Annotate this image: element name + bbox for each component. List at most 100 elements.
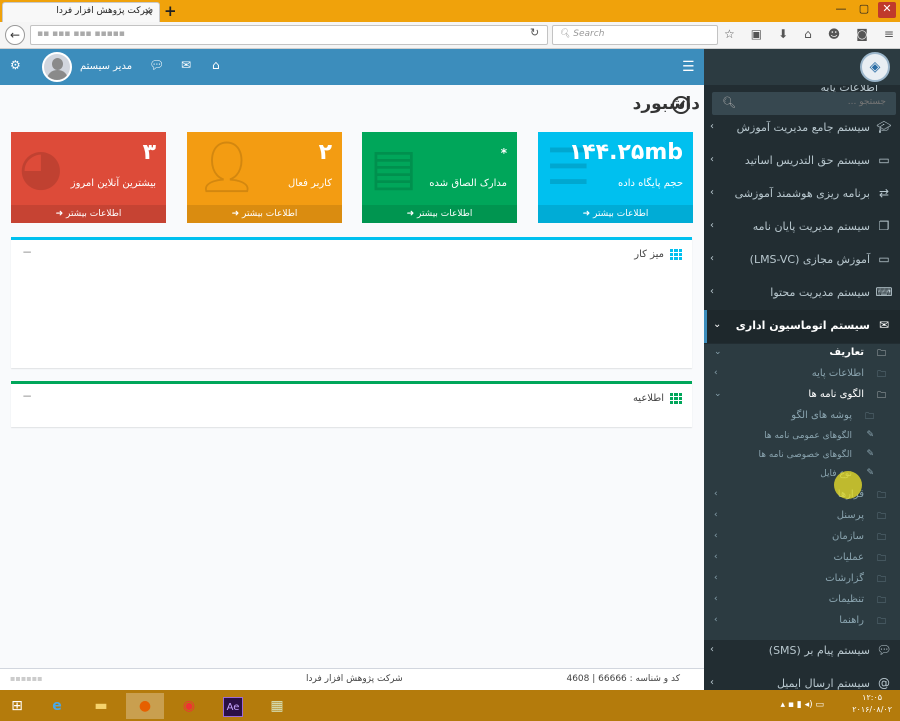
sidebar-item-office-automation[interactable]: ✉ سیستم اتوماسیون اداری ⌄ (704, 310, 900, 343)
submenu-public-templates[interactable]: ✎ الگوهای عمومی نامه ها (704, 428, 900, 448)
user-plus-icon: 👤︎ (195, 138, 259, 196)
chevron-left-icon: ‹ (714, 489, 718, 499)
submenu-guides[interactable]: 🗀︎ راهنما ‹ (704, 612, 900, 632)
browser-tab-bar: شرکت پژوهش افزار فردا ✕ + — ▢ ✕ (0, 0, 900, 22)
chevron-left-icon: ‹ (714, 573, 718, 583)
panel-title: اطلاعیه (632, 393, 664, 404)
bookmark-star-icon[interactable]: ☆ (724, 27, 735, 41)
reading-list-icon[interactable]: ▣ (751, 27, 762, 41)
sidebar-item-email[interactable]: @ سیستم ارسال ایمیل ‹ (704, 668, 900, 690)
windows-start-icon[interactable]: ⊞ (2, 693, 32, 719)
more-info-link[interactable]: اطلاعات بیشتر ➜ (362, 205, 517, 223)
envelope-icon[interactable]: ✉ (181, 58, 191, 72)
menu-toggle-icon[interactable]: ☰ (682, 59, 695, 75)
new-tab-button[interactable]: + (164, 2, 177, 20)
submenu-operations[interactable]: 🗀︎ عملیات ‹ (704, 549, 900, 569)
sidebar-item-sms[interactable]: 💬︎ سیستم پیام بر (SMS) ‹ (704, 635, 900, 668)
submenu-contracts[interactable]: 🗀︎ قرارها ‹ (704, 486, 900, 506)
file-explorer-icon[interactable]: ▬ (82, 693, 120, 719)
stat-box-online: ◕ ۳ بیشترین آنلاین امروز اطلاعات بیشتر ➜ (11, 132, 166, 223)
after-effects-icon[interactable]: Ae (214, 693, 252, 719)
taskbar-clock[interactable]: ۱۲:۰۵ ۲۰۱۶/۰۸/۰۲ (852, 692, 892, 716)
browser-tab-title: شرکت پژوهش افزار فردا (56, 6, 153, 16)
envelope-icon: ✉ (878, 318, 890, 332)
user-name[interactable]: مدیر سیستم (80, 61, 132, 72)
folder-icon: 🗀︎ (876, 554, 886, 564)
edit-icon: ✎ (866, 468, 874, 478)
collapse-button[interactable]: − (22, 389, 32, 403)
chrome-icon[interactable]: ◉ (170, 693, 208, 719)
edit-icon: ✎ (866, 449, 874, 459)
office-automation-submenu: 🗀︎ تعاریف ⌄ 🗀︎ اطلاعات پایه ‹ 🗀︎ الگوی ن… (704, 344, 900, 640)
sidebar-item-cms[interactable]: ⌨ سیستم مدیریت محتوا ‹ (704, 277, 900, 310)
submenu-letter-templates[interactable]: 🗀︎ الگوی نامه ها ⌄ (704, 386, 900, 406)
avatar[interactable] (42, 52, 72, 82)
submenu-personnel[interactable]: 🗀︎ پرسنل ‹ (704, 507, 900, 527)
browser-search-input[interactable]: 🔍︎ Search (552, 25, 718, 45)
system-tray[interactable]: ▴ ▪ ▮ ◂) ▭ (780, 700, 824, 710)
folder-icon: 🗀︎ (876, 617, 886, 627)
submenu-template-folders[interactable]: 🗀︎ پوشه های الگو (704, 407, 900, 427)
collapse-button[interactable]: − (22, 245, 32, 259)
submenu-file-type[interactable]: ✎ نوع فایل (704, 466, 900, 486)
folder-icon: 🗀︎ (864, 412, 874, 422)
chevron-left-icon: ‹ (714, 510, 718, 520)
browser-menu-icon[interactable]: ≡ (884, 27, 894, 41)
more-info-link[interactable]: اطلاعات بیشتر ➜ (11, 205, 166, 223)
sidebar-item-thesis[interactable]: ❐ سیستم مدیریت پایان نامه ‹ (704, 211, 900, 244)
sidebar-item-smart-planning[interactable]: ⇄ برنامه ریزی هوشمند آموزشی ‹ (704, 178, 900, 211)
maximize-button[interactable]: ▢ (855, 2, 873, 18)
panel-title: میز کار (634, 249, 664, 260)
submenu-private-templates[interactable]: ✎ الگوهای خصوصی نامه ها (704, 447, 900, 467)
submenu-base-info[interactable]: 🗀︎ اطلاعات پایه ‹ (704, 365, 900, 385)
more-info-link[interactable]: اطلاعات بیشتر ➜ (538, 205, 693, 223)
footer-company: شرکت پژوهش افزار فردا (306, 674, 403, 684)
tab-close-icon[interactable]: ✕ (144, 6, 153, 19)
chevron-left-icon: ‹ (714, 552, 718, 562)
sidebar-item-education[interactable]: 🎓︎ سیستم جامع مدیریت آموزش ‹ (704, 112, 900, 145)
browser-home-icon[interactable]: ⌂ (804, 27, 812, 41)
comments-icon[interactable]: 💬︎ (149, 58, 164, 72)
sidebar-item-teaching-fee[interactable]: ▭ سیستم حق التدریس اساتید ‹ (704, 145, 900, 178)
folder-open-icon: 🗀︎ (876, 391, 886, 401)
profile-icon[interactable]: ☻ (828, 27, 841, 41)
browser-tab[interactable]: شرکت پژوهش افزار فردا ✕ (2, 2, 160, 22)
app-package-icon[interactable]: ▦ (258, 693, 296, 719)
firefox-icon[interactable]: ● (126, 693, 164, 719)
chevron-left-icon: ‹ (710, 677, 714, 688)
internet-explorer-icon[interactable]: e (38, 693, 76, 719)
search-icon[interactable]: 🔍︎ (722, 96, 736, 109)
app-window: شرکت پژوهش افزار فردا ✕ + — ▢ ✕ ← ▪▪ ▪▪▪… (0, 0, 900, 721)
browser-toolbar-icons: ☆ ▣ ⬇ ⌂ ☻ ◙ ≡ (724, 27, 894, 41)
cursor-highlight (834, 471, 862, 499)
sidebar-item-lms[interactable]: ▭ آموزش مجازی (LMS-VC) ‹ (704, 244, 900, 277)
pocket-icon[interactable]: ◙ (856, 27, 868, 41)
minimize-button[interactable]: — (832, 2, 850, 18)
share-icon[interactable]: ⚙ (10, 58, 21, 72)
window-controls: — ▢ ✕ (832, 2, 896, 18)
folder-icon: 🗀︎ (876, 370, 886, 380)
folder-open-icon: 🗀︎ (876, 349, 886, 359)
submenu-settings[interactable]: 🗀︎ تنظیمات ‹ (704, 591, 900, 611)
home-icon[interactable]: ⌂ (212, 58, 220, 72)
chevron-down-icon: ⌄ (713, 319, 722, 330)
back-button[interactable]: ← (5, 25, 25, 45)
clock-time: ۱۲:۰۵ (862, 693, 883, 702)
browser-search-placeholder: Search (573, 29, 605, 39)
exchange-icon: ⇄ (878, 186, 890, 200)
reload-icon[interactable]: ↻ (530, 26, 539, 39)
close-window-button[interactable]: ✕ (878, 2, 896, 18)
submenu-definitions[interactable]: 🗀︎ تعاریف ⌄ (704, 344, 900, 364)
url-text: ▪▪ ▪▪▪ ▪▪▪ ▪▪▪▪▪ (37, 29, 125, 39)
submenu-reports[interactable]: 🗀︎ گزارشات ‹ (704, 570, 900, 590)
url-bar[interactable]: ▪▪ ▪▪▪ ▪▪▪ ▪▪▪▪▪ (30, 25, 548, 45)
chevron-down-icon: ⌄ (714, 347, 722, 357)
sidebar-search-input[interactable] (746, 97, 886, 107)
download-icon[interactable]: ⬇ (778, 27, 788, 41)
sidebar: اطلاعات پایه 🔍︎ 🎓︎ سیستم جامع مدیریت آمو… (704, 85, 900, 690)
stat-box-database: ☰ ۱۴۴.۲۵mb حجم پایگاه داده اطلاعات بیشتر… (538, 132, 693, 223)
folder-icon: 🗀︎ (876, 575, 886, 585)
money-icon: ▭ (878, 153, 890, 167)
more-info-link[interactable]: اطلاعات بیشتر ➜ (187, 205, 342, 223)
submenu-organization[interactable]: 🗀︎ سازمان ‹ (704, 528, 900, 548)
